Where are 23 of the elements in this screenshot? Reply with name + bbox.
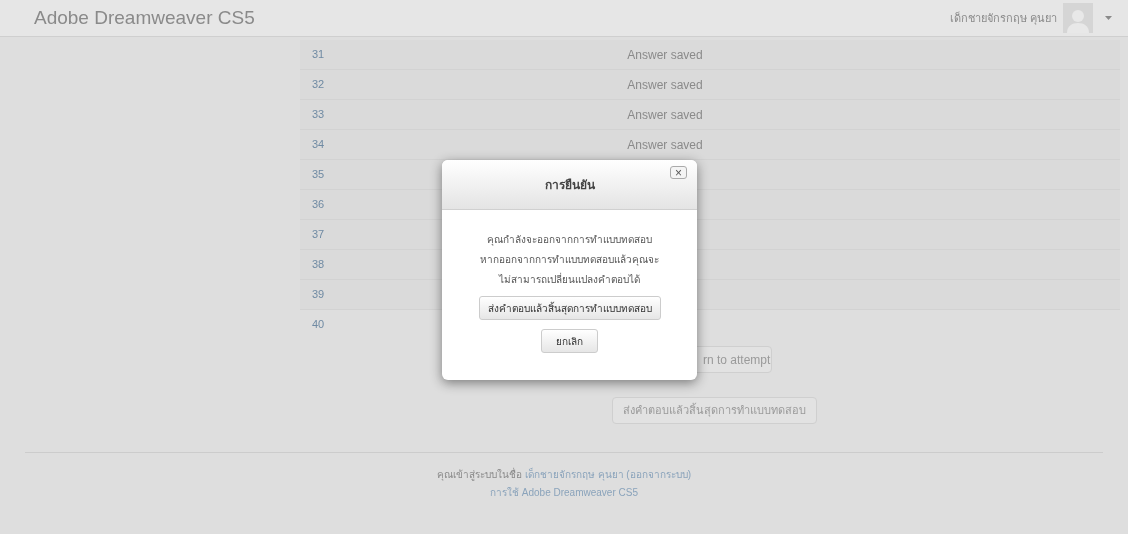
answer-status: Answer saved — [626, 136, 704, 154]
brand-title[interactable]: Adobe Dreamweaver CS5 — [34, 3, 255, 33]
answer-status: Answer saved — [626, 76, 704, 94]
logout-link[interactable]: (ออกจากระบบ) — [626, 469, 691, 480]
dialog-title: การยืนยัน — [544, 176, 595, 194]
submit-button[interactable]: ส่งคำตอบแล้วสิ้นสุดการทำแบบทดสอบ — [612, 397, 817, 424]
submit-all-button[interactable]: ส่งคำตอบแล้วสิ้นสุดการทำแบบทดสอบ — [478, 296, 661, 320]
row-number[interactable]: 34 — [300, 136, 600, 153]
caret-icon[interactable] — [1105, 16, 1112, 20]
row-number[interactable]: 33 — [300, 106, 600, 123]
course-link[interactable]: การใช้ Adobe Dreamweaver CS5 — [490, 485, 638, 500]
row-number[interactable]: 31 — [300, 46, 600, 63]
answer-status: Answer saved — [626, 106, 704, 124]
message-line: ไม่สามารถเปลี่ยนแปลงคำตอบได้ — [499, 271, 640, 287]
message-line: คุณกำลังจะออกจากการทำแบบทดสอบ — [487, 233, 652, 248]
row-number[interactable]: 32 — [300, 76, 600, 93]
close-button[interactable]: × — [670, 166, 687, 179]
user-link[interactable]: เด็กชายจักรกฤษ คุนยา — [524, 469, 624, 480]
login-info: คุณเข้าสู่ระบบในชื่อ เด็กชายจักรกฤษ คุนยา (ออกจากระบบ) — [436, 467, 692, 482]
message-line: หากออกจากการทำแบบทดสอบแล้วคุณจะ — [480, 253, 659, 268]
cancel-button[interactable]: ยกเลิก — [541, 329, 598, 353]
answer-status: Answer saved — [626, 46, 704, 64]
user-name[interactable]: เด็กชายจักรกฤษ คุนยา — [949, 9, 1057, 27]
